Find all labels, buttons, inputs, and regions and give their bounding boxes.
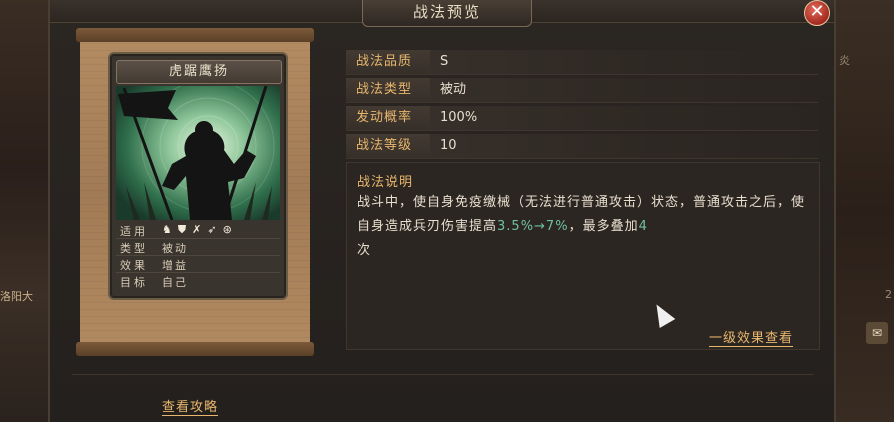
attribute-label: 战法品质 (346, 50, 430, 74)
shield-icon: ⛊ (177, 223, 187, 236)
info-row-applicable: 适用 ♞ ⛊ ✗ ➶ ⊛ (116, 222, 280, 239)
skill-card: 虎踞鹰扬 适用 ♞ ⛊ ✗ ➶ ⊛ 类型 被动 效果 增益 目标 自己 (108, 52, 288, 300)
info-value-target: 自己 (162, 276, 188, 289)
info-row-effect: 效果 增益 (116, 256, 280, 273)
close-button[interactable]: ✕ (804, 0, 830, 26)
attribute-label: 发动概率 (346, 106, 430, 130)
applicable-unit-icons: ♞ ⛊ ✗ ➶ ⊛ (162, 222, 232, 238)
description-text-mid: ，最多叠加 (568, 219, 639, 234)
scroll-rod-bottom (76, 342, 314, 356)
footer-divider (72, 374, 814, 375)
info-label-applicable: 适用 (120, 225, 148, 238)
spear-icon: ➶ (207, 223, 217, 236)
close-icon: ✕ (809, 1, 825, 22)
cursor-pointer-icon (648, 299, 676, 329)
skill-preview-dialog: 战法预览 ✕ 虎踞鹰扬 适用 ♞ ⛊ ✗ ➶ ⊛ 类型 被动 效果 增益 目标 … (48, 0, 836, 422)
description-title: 战法说明 (357, 175, 414, 190)
attribute-value: S (440, 54, 449, 69)
attribute-row-type: 战法类型 被动 (346, 78, 818, 103)
skill-info-table: 适用 ♞ ⛊ ✗ ➶ ⊛ 类型 被动 效果 增益 目标 自己 (116, 222, 280, 292)
chat-icon[interactable]: ✉ (866, 322, 888, 344)
attribute-row-trigger-rate: 发动概率 100% (346, 106, 818, 131)
attribute-label: 战法类型 (346, 78, 430, 102)
attribute-value: 被动 (440, 82, 467, 97)
info-label-type: 类型 (120, 242, 148, 255)
info-row-target: 目标 自己 (116, 273, 280, 289)
info-label-effect: 效果 (120, 259, 148, 272)
skill-artwork (116, 86, 280, 220)
attribute-value: 100% (440, 110, 478, 125)
skill-description-panel: 战法说明 战斗中，使自身免疫缴械（无法进行普通攻击）状态，普通攻击之后，使自身造… (346, 162, 820, 350)
attribute-label: 战法等级 (346, 134, 430, 158)
skill-name: 虎踞鹰扬 (116, 60, 282, 84)
warrior-silhouette-image (116, 86, 280, 220)
level-effects-link[interactable]: 一级效果查看 (709, 327, 794, 347)
description-text-end: 次 (357, 243, 372, 258)
attribute-value: 10 (440, 138, 457, 153)
bow-icon: ✗ (192, 223, 202, 236)
background-left-panel: 洛阳大 (0, 0, 48, 422)
info-value-type: 被动 (162, 242, 188, 255)
attribute-row-quality: 战法品质 S (346, 50, 818, 75)
background-right-label-bottom: 2 (885, 288, 892, 301)
description-highlight-value: 3.5%→7% (497, 219, 569, 234)
scroll-rod-top (76, 28, 314, 42)
horse-icon: ♞ (162, 223, 172, 236)
info-row-type: 类型 被动 (116, 239, 280, 256)
background-right-label-top: 炎 (839, 54, 850, 67)
view-guide-link[interactable]: 查看攻略 (162, 396, 219, 416)
wheel-icon: ⊛ (222, 223, 232, 236)
background-left-label: 洛阳大 (0, 290, 33, 303)
attribute-row-level: 战法等级 10 (346, 134, 818, 159)
info-label-target: 目标 (120, 276, 148, 289)
background-right-panel: 炎 2 ✉ (836, 0, 894, 422)
description-highlight-stack: 4 (638, 219, 648, 234)
dialog-title: 战法预览 (362, 0, 532, 27)
description-text: 战斗中，使自身免疫缴械（无法进行普通攻击）状态，普通攻击之后，使自身造成兵刃伤害… (357, 191, 809, 263)
info-value-effect: 增益 (162, 259, 188, 272)
